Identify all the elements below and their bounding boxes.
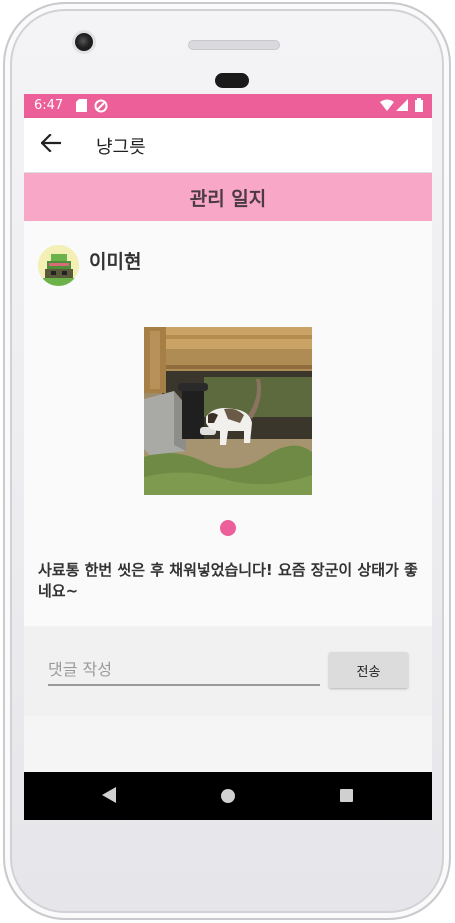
section-title: 관리 일지 <box>189 187 267 210</box>
app-title: 냥그릇 <box>96 137 146 158</box>
page-indicator-dot[interactable] <box>220 520 236 536</box>
status-bar: 6:47 <box>24 94 432 118</box>
front-camera <box>75 33 93 51</box>
battery-icon <box>415 98 423 116</box>
send-button[interactable]: 전송 <box>329 652 408 688</box>
avatar[interactable] <box>38 245 79 286</box>
proximity-sensor <box>215 73 249 88</box>
app-bar: 냥그릇 <box>24 118 432 172</box>
status-time: 6:47 <box>34 98 64 113</box>
recents-square-icon[interactable] <box>339 788 354 807</box>
sd-card-icon <box>76 99 87 116</box>
back-triangle-icon[interactable] <box>101 786 117 808</box>
comment-input[interactable] <box>48 654 320 686</box>
earpiece-speaker <box>188 40 280 50</box>
sync-icon <box>94 99 108 117</box>
cat-photo[interactable] <box>144 327 312 495</box>
empty-space <box>24 716 432 772</box>
post-text: 사료통 한번 씻은 후 채워넣었습니다! 요즘 장군이 상태가 좋네요~ <box>38 561 418 600</box>
home-circle-icon[interactable] <box>220 788 236 808</box>
post-card: 이미현 사료통 한번 씻은 후 채워넣었습니다! 요즘 장군이 상태가 좋네요~ <box>24 221 432 626</box>
arrow-back-icon <box>40 133 62 156</box>
section-header: 관리 일지 <box>24 173 432 221</box>
system-nav-bar <box>24 772 432 820</box>
back-button[interactable] <box>34 128 68 162</box>
signal-icon <box>396 99 408 115</box>
comment-area: 전송 <box>24 626 432 716</box>
phone-screen: 6:47 냥그릇 관리 일지 이미현 사료통 한번 씻은 후 채워넣었습니다! … <box>24 94 432 820</box>
author-name: 이미현 <box>89 251 142 273</box>
wifi-icon <box>380 99 394 115</box>
